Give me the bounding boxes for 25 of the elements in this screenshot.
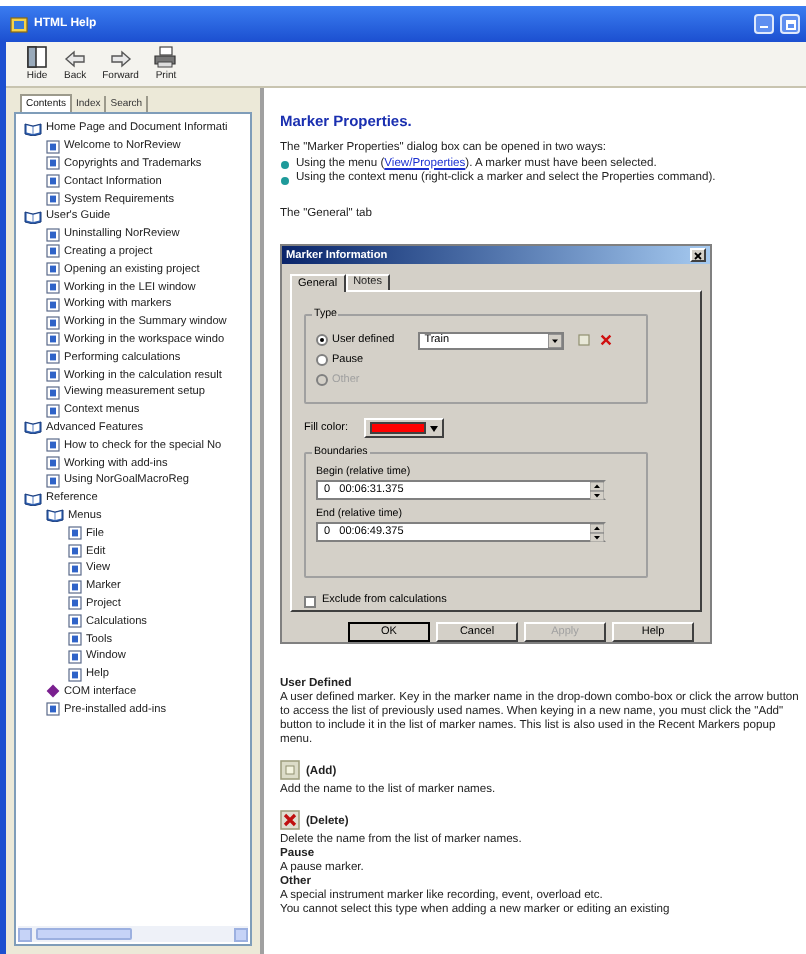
caret-icon [430, 425, 439, 432]
radio-button[interactable] [316, 354, 328, 367]
minimize-button[interactable] [754, 14, 774, 34]
delete-icon [280, 810, 300, 831]
horizontal-scrollbar[interactable] [18, 926, 248, 942]
add-icon[interactable] [578, 334, 591, 347]
diamond-icon [46, 684, 60, 699]
spinner-icon[interactable] [590, 523, 604, 542]
delete-icon[interactable] [600, 334, 613, 347]
forward-arrow-icon [109, 50, 132, 68]
close-button[interactable] [690, 248, 706, 263]
bullet-icon [280, 175, 290, 186]
close-icon [694, 251, 702, 260]
add-icon [280, 760, 300, 781]
color-picker-button[interactable] [364, 418, 445, 439]
printer-icon [154, 46, 177, 68]
radio-button[interactable] [316, 334, 328, 347]
checkbox[interactable] [304, 595, 316, 608]
maximize-button[interactable] [780, 14, 800, 34]
back-arrow-icon [64, 50, 87, 68]
page-icon [46, 702, 60, 717]
spinner-icon[interactable] [590, 481, 604, 500]
panel-icon [26, 46, 48, 68]
dropdown-arrow-icon[interactable] [548, 333, 563, 348]
bullet-icon [280, 160, 290, 171]
